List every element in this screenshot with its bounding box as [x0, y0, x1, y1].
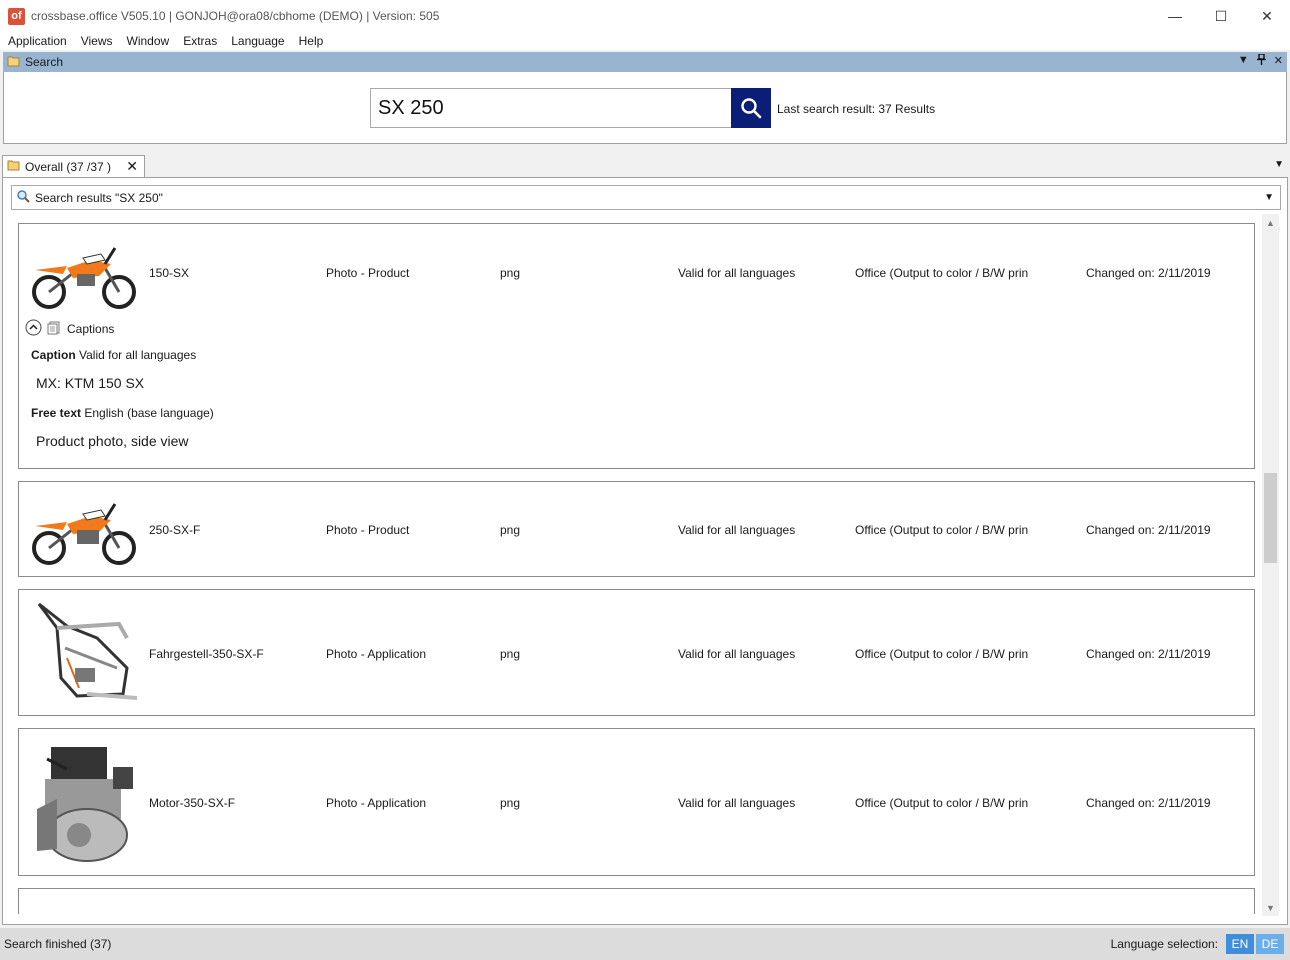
menu-window[interactable]: Window — [127, 34, 170, 48]
scroll-down-icon[interactable]: ▼ — [1262, 899, 1279, 916]
search-input[interactable] — [370, 88, 732, 128]
result-changed: Changed on: 2/11/2019 10:08:57 ... — [1086, 523, 1211, 537]
result-office: Office (Output to color / B/W prin — [855, 796, 1029, 810]
result-validity: Valid for all languages — [678, 796, 796, 810]
results-content: Search results "SX 250" ▼ 150-SX Photo -… — [2, 177, 1288, 925]
menu-application[interactable]: Application — [8, 34, 67, 48]
title-bar: of crossbase.office V505.10 | GONJOH@ora… — [0, 0, 1290, 32]
scroll-thumb[interactable] — [1264, 473, 1277, 563]
result-card[interactable]: Motor-350-SX-F Photo - Application png V… — [18, 728, 1255, 876]
result-name: 250-SX-F — [149, 523, 201, 537]
result-card[interactable] — [18, 888, 1255, 914]
free-text-language: English (base language) — [84, 406, 214, 420]
motorcycle-thumbnail — [27, 240, 143, 312]
menu-extras[interactable]: Extras — [183, 34, 217, 48]
close-button[interactable]: ✕ — [1244, 0, 1290, 32]
results-list: 150-SX Photo - Product png Valid for all… — [11, 214, 1259, 914]
results-header[interactable]: Search results "SX 250" ▼ — [11, 185, 1281, 210]
result-office: Office (Output to color / B/W prin — [855, 647, 1029, 661]
result-changed: Changed on: 2/11/2019 10:08:57 ... — [1086, 796, 1211, 810]
caption-language: Valid for all languages — [79, 348, 197, 362]
language-selection: Language selection: EN DE — [1111, 934, 1284, 954]
result-format: png — [500, 523, 521, 537]
result-validity: Valid for all languages — [678, 266, 796, 280]
collapse-icon[interactable] — [25, 319, 42, 339]
tab-list-menu-icon[interactable]: ▼ — [1274, 159, 1284, 170]
lang-en-button[interactable]: EN — [1226, 934, 1254, 954]
lang-de-button[interactable]: DE — [1256, 934, 1284, 954]
captions-icon — [47, 321, 61, 338]
language-selection-label: Language selection: — [1110, 937, 1218, 951]
tab-overall-label: Overall (37 /37 ) — [25, 159, 112, 174]
captions-label: Captions — [67, 322, 115, 336]
motorcycle-thumbnail — [27, 496, 143, 568]
result-office: Office (Output to color / B/W prin — [855, 523, 1029, 537]
search-button[interactable] — [731, 88, 771, 128]
free-text-heading: Free text English (base language) — [31, 406, 214, 420]
menu-views[interactable]: Views — [81, 34, 113, 48]
result-office: Office (Output to color / B/W prin — [855, 266, 1029, 280]
result-card[interactable]: 250-SX-F Photo - Product png Valid for a… — [18, 481, 1255, 577]
tab-close-icon[interactable]: ✕ — [126, 158, 138, 175]
vertical-scrollbar[interactable]: ▲ ▼ — [1262, 214, 1279, 916]
search-panel: Last search result: 37 Results — [3, 72, 1287, 144]
tab-overall[interactable]: Overall (37 /37 ) ✕ — [2, 155, 145, 177]
result-changed: Changed on: 2/11/2019 10:08:58 ... — [1086, 266, 1211, 280]
panel-close-icon[interactable]: ✕ — [1274, 54, 1283, 68]
result-card[interactable]: Fahrgestell-350-SX-F Photo - Application… — [18, 589, 1255, 716]
free-text-value: Product photo, side view — [36, 433, 189, 449]
frame-thumbnail — [27, 598, 143, 708]
folder-icon — [7, 159, 20, 174]
result-validity: Valid for all languages — [678, 647, 796, 661]
last-search-result: Last search result: 37 Results — [777, 102, 936, 116]
folder-icon — [7, 55, 20, 70]
window-title: crossbase.office V505.10 | GONJOH@ora08/… — [31, 9, 440, 23]
dropdown-arrow-icon[interactable]: ▼ — [1264, 192, 1274, 203]
result-type: Photo - Product — [326, 523, 410, 537]
result-validity: Valid for all languages — [678, 523, 796, 537]
scroll-up-icon[interactable]: ▲ — [1262, 214, 1279, 231]
result-name: Motor-350-SX-F — [149, 796, 236, 810]
search-panel-header: Search ▼ ✕ — [3, 52, 1287, 72]
menu-language[interactable]: Language — [231, 34, 284, 48]
engine-thumbnail — [27, 739, 143, 867]
captions-toggle[interactable]: Captions — [25, 319, 114, 339]
result-format: png — [500, 266, 521, 280]
result-format: png — [500, 796, 521, 810]
result-type: Photo - Application — [326, 647, 427, 661]
caption-heading: Caption Valid for all languages — [31, 348, 196, 362]
status-bar: Search finished (37) Language selection:… — [0, 928, 1290, 960]
result-name: 150-SX — [149, 266, 190, 280]
magnifier-icon — [16, 189, 30, 206]
result-name: Fahrgestell-350-SX-F — [149, 647, 264, 661]
menu-bar: Application Views Window Extras Language… — [0, 32, 1290, 50]
maximize-button[interactable]: ☐ — [1198, 0, 1244, 32]
app-logo: of — [8, 7, 25, 25]
minimize-button[interactable]: — — [1152, 0, 1198, 32]
caption-value: MX: KTM 150 SX — [36, 375, 145, 391]
search-panel-title: Search — [25, 55, 64, 69]
result-type: Photo - Product — [326, 266, 410, 280]
tab-strip: Overall (37 /37 ) ✕ ▼ — [0, 155, 1290, 177]
window-controls: — ☐ ✕ — [1152, 0, 1290, 32]
menu-help[interactable]: Help — [299, 34, 324, 48]
status-text: Search finished (37) — [4, 937, 112, 951]
panel-menu-icon[interactable]: ▼ — [1238, 54, 1249, 68]
result-card[interactable]: 150-SX Photo - Product png Valid for all… — [18, 223, 1255, 469]
result-type: Photo - Application — [326, 796, 427, 810]
result-changed: Changed on: 2/11/2019 10:08:57 ... — [1086, 647, 1211, 661]
result-format: png — [500, 647, 521, 661]
pin-icon[interactable] — [1256, 53, 1266, 68]
results-header-label: Search results "SX 250" — [35, 190, 163, 205]
caption-key: Caption — [31, 348, 76, 362]
free-text-key: Free text — [31, 406, 82, 420]
panel-controls: ▼ ✕ — [1238, 53, 1283, 68]
search-icon — [741, 98, 762, 119]
